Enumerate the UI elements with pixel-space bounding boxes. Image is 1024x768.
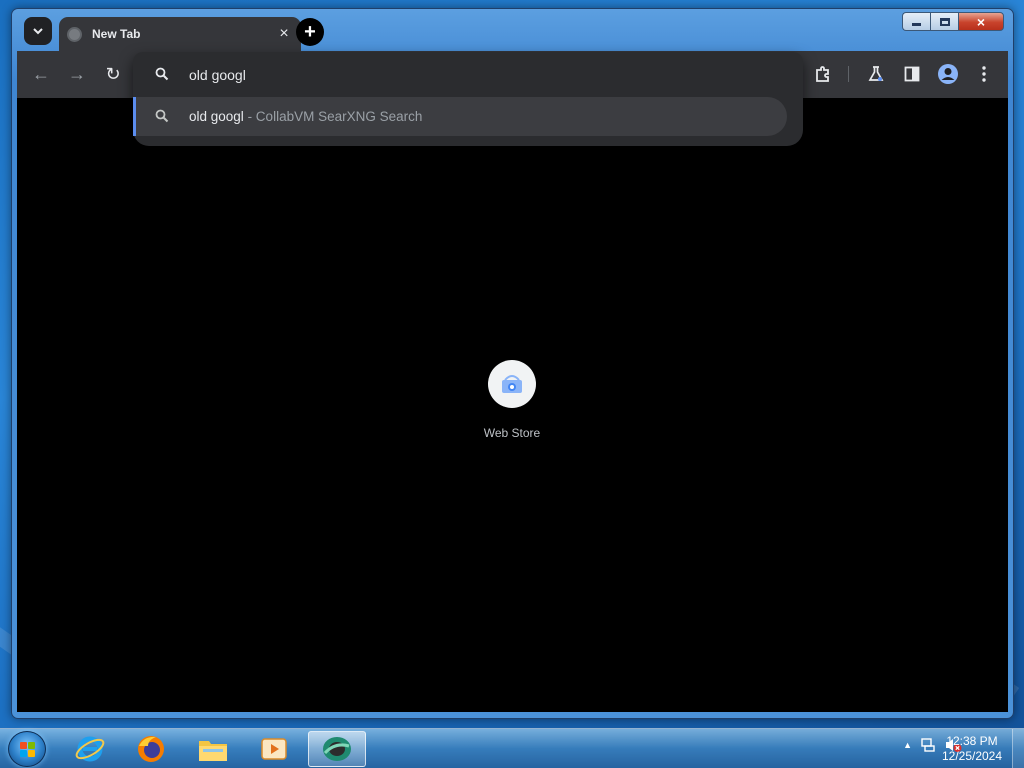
media-player-icon	[261, 738, 287, 760]
search-icon	[155, 109, 169, 123]
file-explorer-icon	[199, 741, 227, 761]
firefox-icon	[138, 736, 164, 762]
start-button[interactable]	[8, 731, 46, 767]
taskbar-internet-explorer[interactable]	[65, 731, 115, 767]
side-panel-button[interactable]	[901, 63, 923, 85]
close-window-button[interactable]: ×	[958, 12, 1004, 31]
tray-expand-button[interactable]: ▲	[903, 740, 912, 750]
omnibox-input-row[interactable]: old googl	[133, 52, 803, 98]
suggestion-text: old googl - CollabVM SearXNG Search	[189, 109, 422, 124]
taskbar-clock[interactable]: 12:38 PM 12/25/2024	[940, 734, 1004, 764]
puzzle-icon	[816, 66, 829, 82]
side-panel-icon	[904, 66, 920, 82]
windows-logo-icon	[20, 742, 36, 758]
internet-explorer-icon	[75, 736, 105, 762]
shortcut-web-store[interactable]: Web Store	[472, 360, 552, 440]
toolbar-divider	[848, 66, 849, 82]
browser-window: × New Tab × + ← → ↻ old googl old googl …	[11, 8, 1014, 719]
menu-button[interactable]	[973, 63, 995, 85]
forward-button[interactable]: →	[66, 63, 88, 85]
new-tab-page: Web Store	[17, 98, 1008, 712]
omnibox-input[interactable]: old googl	[189, 67, 246, 83]
flask-icon	[868, 66, 884, 81]
clock-date: 12/25/2024	[941, 749, 1003, 763]
tab-close-button[interactable]: ×	[275, 25, 293, 43]
suggestion-query: old googl	[189, 109, 244, 124]
chevron-down-icon	[33, 28, 43, 35]
suggestion-provider: - CollabVM SearXNG Search	[243, 109, 423, 124]
show-desktop-button[interactable]	[1012, 729, 1024, 768]
taskbar-media-player[interactable]	[249, 731, 299, 767]
profile-button[interactable]	[937, 63, 959, 85]
web-store-icon	[488, 360, 536, 408]
taskbar-firefox[interactable]	[126, 731, 176, 767]
network-icon[interactable]	[920, 737, 936, 753]
search-icon	[155, 67, 169, 81]
new-tab-button[interactable]: +	[296, 18, 324, 46]
taskbar-file-explorer[interactable]	[188, 731, 238, 767]
tab-search-button[interactable]	[24, 17, 52, 45]
tab-title: New Tab	[92, 27, 141, 41]
window-controls: ×	[902, 12, 1004, 31]
omnibox-suggestion[interactable]: old googl - CollabVM SearXNG Search	[133, 97, 787, 136]
extensions-button[interactable]	[812, 63, 834, 85]
labs-button[interactable]	[865, 63, 887, 85]
avatar-icon	[938, 64, 958, 84]
maximize-button[interactable]	[930, 12, 958, 31]
chrome-icon	[323, 737, 351, 761]
shortcut-label: Web Store	[483, 426, 541, 440]
taskbar-chrome[interactable]	[308, 731, 366, 767]
clock-time: 12:38 PM	[946, 734, 998, 748]
maximize-icon	[939, 17, 950, 26]
taskbar: ▲ 12:38 PM 12/25/2024	[0, 728, 1024, 768]
kebab-menu-icon	[982, 66, 986, 82]
minimize-button[interactable]	[902, 12, 930, 31]
omnibox-dropdown: old googl old googl - CollabVM SearXNG S…	[133, 52, 803, 146]
globe-icon	[67, 26, 82, 42]
minimize-icon	[912, 22, 921, 26]
tab-new-tab[interactable]: New Tab ×	[59, 17, 301, 51]
reload-button[interactable]: ↻	[102, 63, 124, 85]
back-button[interactable]: ←	[30, 63, 52, 85]
